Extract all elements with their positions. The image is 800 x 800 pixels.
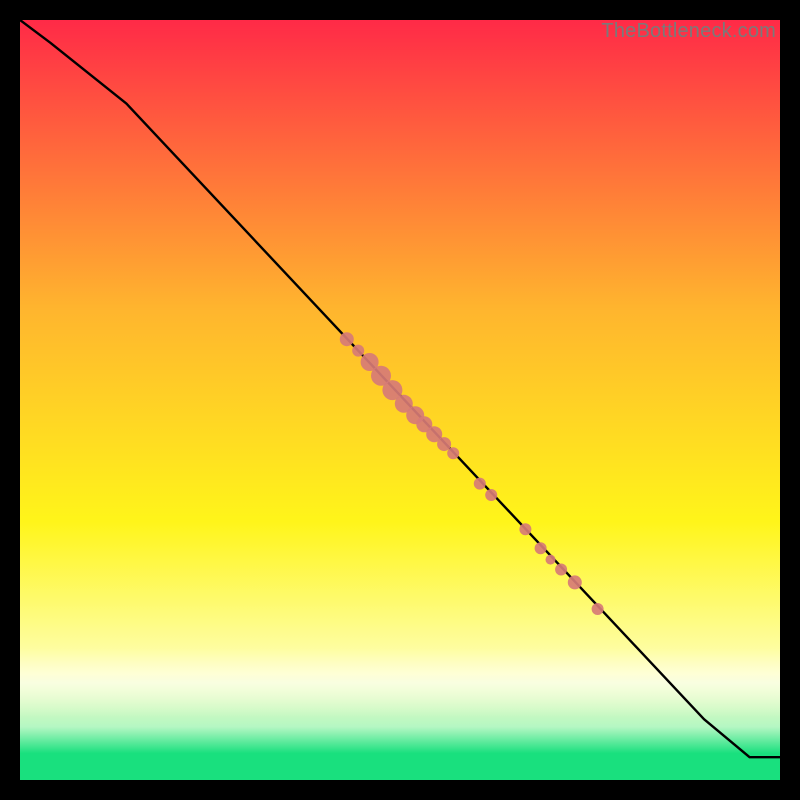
glow-band xyxy=(20,648,780,718)
marker-point xyxy=(535,542,547,554)
marker-point xyxy=(555,564,567,576)
marker-point xyxy=(340,332,354,346)
marker-point xyxy=(592,603,604,615)
marker-point xyxy=(474,478,486,490)
marker-point xyxy=(447,447,459,459)
marker-point xyxy=(519,523,531,535)
marker-point xyxy=(352,345,364,357)
chart-frame: TheBottleneck.com xyxy=(20,20,780,780)
chart-svg xyxy=(20,20,780,780)
marker-point xyxy=(546,555,556,565)
watermark-label: TheBottleneck.com xyxy=(601,20,776,43)
marker-point xyxy=(485,489,497,501)
marker-point xyxy=(568,575,582,589)
